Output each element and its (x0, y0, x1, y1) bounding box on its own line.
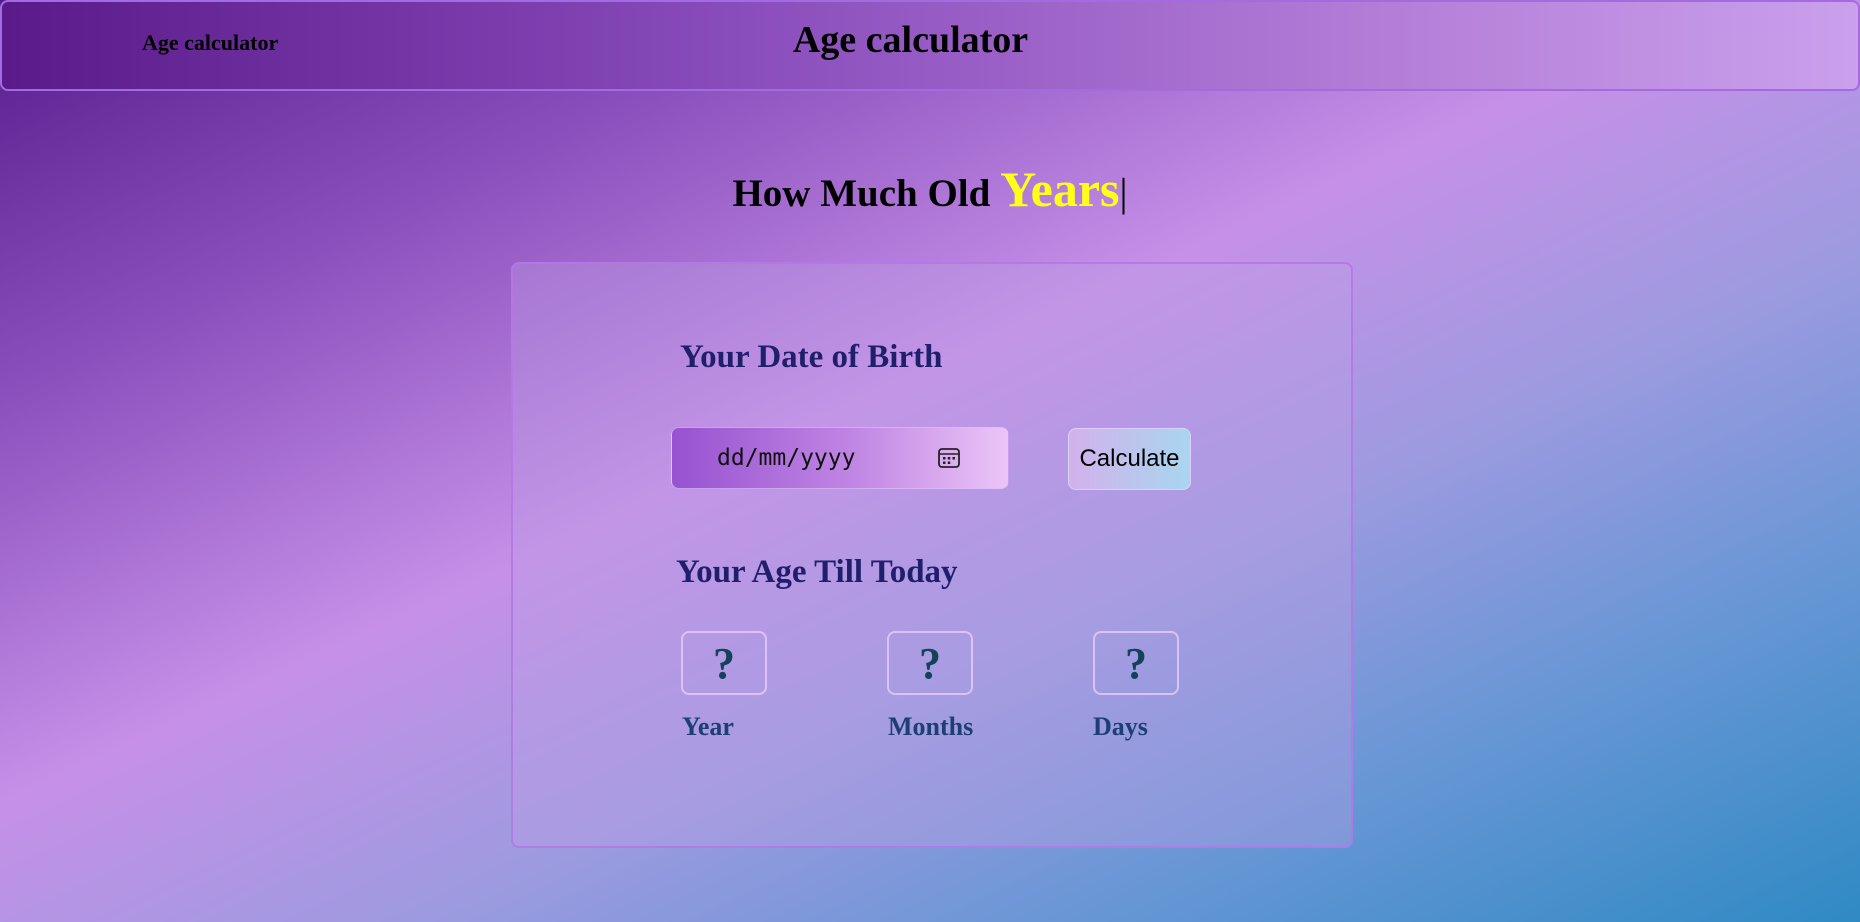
result-months-label: Months (888, 712, 974, 741)
result-year-value: ? (681, 631, 767, 695)
age-label: Your Age Till Today (676, 554, 958, 590)
result-months-value: ? (887, 631, 973, 695)
result-days-value: ? (1093, 631, 1179, 695)
headline-prefix: How Much Old (732, 172, 1001, 215)
date-of-birth-input[interactable]: dd/mm/yyyy (671, 427, 1009, 489)
typing-cursor: | (1119, 170, 1128, 215)
headline: How Much Old Years| (0, 160, 1860, 218)
result-days-label: Days (1093, 712, 1148, 741)
date-input-placeholder: dd/mm/yyyy (717, 445, 856, 471)
navbar-title: Age calculator (792, 19, 1029, 61)
result-year-label: Year (682, 712, 734, 741)
calendar-icon[interactable] (938, 448, 960, 468)
navbar: Age calculator Age calculator (0, 0, 1860, 91)
dob-label: Your Date of Birth (680, 339, 943, 375)
calculator-card: Your Date of Birth dd/mm/yyyy Calculate … (511, 262, 1353, 848)
calculate-button[interactable]: Calculate (1068, 428, 1191, 490)
headline-typed-word: Years (1000, 161, 1120, 217)
